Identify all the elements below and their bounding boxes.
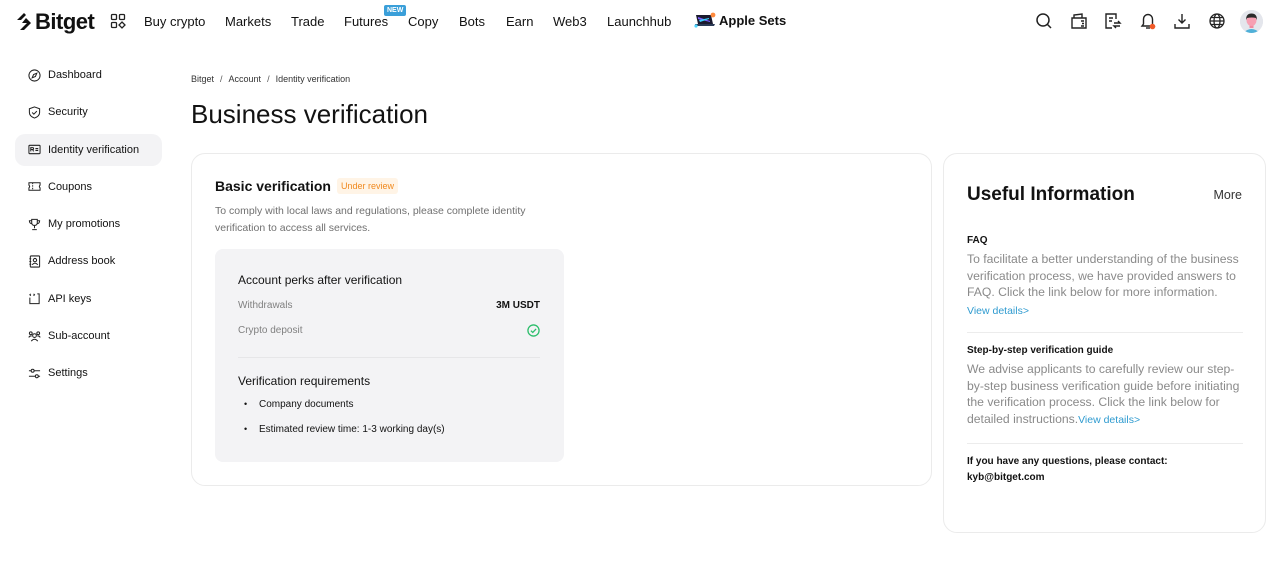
bitget-logo-icon bbox=[17, 13, 31, 30]
nav-markets[interactable]: Markets bbox=[225, 14, 271, 29]
wallet-icon[interactable] bbox=[1070, 12, 1088, 30]
apple-sets-promo[interactable]: Apple Sets bbox=[694, 12, 786, 28]
avatar[interactable] bbox=[1240, 10, 1263, 33]
breadcrumb-account[interactable]: Account bbox=[229, 74, 262, 84]
requirement-text: Company documents bbox=[259, 399, 354, 410]
requirements-list: • Company documents • Estimated review tim… bbox=[244, 399, 445, 448]
perk-value: 3M USDT bbox=[496, 300, 540, 311]
sidebar-item-api-keys[interactable]: API keys bbox=[15, 283, 162, 315]
sidebar-item-label: Address book bbox=[48, 255, 116, 268]
nav-web3[interactable]: Web3 bbox=[553, 14, 587, 29]
sidebar-item-sub-account[interactable]: Sub-account bbox=[15, 320, 162, 352]
section-divider bbox=[967, 332, 1243, 333]
apple-sets-label: Apple Sets bbox=[719, 12, 787, 28]
logo-text: Bitget bbox=[35, 9, 95, 34]
requirement-text: Estimated review time: 1-3 working day(s… bbox=[259, 423, 445, 435]
address-book-icon bbox=[29, 255, 41, 268]
download-icon[interactable] bbox=[1173, 12, 1191, 30]
guide-body-wrapper: We advise applicants to carefully review… bbox=[967, 361, 1243, 428]
perks-divider bbox=[238, 357, 540, 358]
faq-body: To facilitate a better understanding of … bbox=[967, 252, 1239, 299]
breadcrumb: Bitget / Account / Identity verification bbox=[191, 74, 350, 84]
breadcrumb-separator: / bbox=[267, 74, 270, 84]
orders-icon[interactable] bbox=[1104, 12, 1122, 30]
nav-bots[interactable]: Bots bbox=[459, 14, 485, 29]
guide-section: Step-by-step verification guide We advis… bbox=[967, 345, 1243, 428]
faq-view-details-link[interactable]: View details> bbox=[967, 305, 1029, 317]
sidebar-item-identity-verification[interactable]: Identity verification bbox=[15, 133, 162, 166]
bitget-logo[interactable]: Bitget bbox=[15, 9, 95, 35]
perk-label: Crypto deposit bbox=[238, 325, 303, 336]
ticket-icon bbox=[28, 182, 41, 192]
breadcrumb-bitget[interactable]: Bitget bbox=[191, 74, 214, 84]
sidebar-item-label: Dashboard bbox=[48, 69, 102, 81]
basic-verification-description: To comply with local laws and regulation… bbox=[215, 205, 526, 234]
sidebar-item-dashboard[interactable]: Dashboard bbox=[15, 59, 162, 91]
account-perks-title: Account perks after verification bbox=[238, 273, 403, 287]
trophy-icon bbox=[28, 218, 41, 230]
faq-heading: FAQ bbox=[967, 235, 988, 246]
sidebar-item-label: Security bbox=[48, 106, 88, 119]
sidebar-item-label: Sub-account bbox=[48, 330, 110, 343]
sidebar-item-coupons[interactable]: Coupons bbox=[15, 171, 162, 203]
nav-copy[interactable]: Copy bbox=[408, 14, 438, 29]
useful-information-title: Useful Information bbox=[967, 184, 1135, 205]
perk-row-withdrawals: Withdrawals 3M USDT bbox=[238, 300, 540, 311]
basic-verification-card: Basic verification Under review To compl… bbox=[191, 153, 932, 486]
globe-icon[interactable] bbox=[1208, 12, 1226, 30]
basic-verification-title: Basic verification bbox=[215, 178, 331, 194]
nav-launchhub[interactable]: Launchhub bbox=[607, 14, 671, 29]
sidebar-item-settings[interactable]: Settings bbox=[15, 357, 162, 389]
list-item: • Company documents bbox=[244, 399, 445, 424]
guide-heading: Step-by-step verification guide bbox=[967, 345, 1114, 356]
nav-earn[interactable]: Earn bbox=[506, 14, 533, 29]
search-icon[interactable] bbox=[1035, 12, 1053, 30]
sliders-icon bbox=[28, 368, 41, 379]
status-badge: Under review bbox=[336, 178, 398, 194]
list-item: • Estimated review time: 1-3 working day(… bbox=[244, 424, 445, 449]
sidebar-item-label: Settings bbox=[48, 367, 88, 380]
apps-grid-icon[interactable] bbox=[110, 13, 126, 29]
contact-email[interactable]: kyb@bitget.com bbox=[967, 470, 1243, 486]
sidebar-item-address-book[interactable]: Address book bbox=[15, 245, 162, 277]
perk-label: Withdrawals bbox=[238, 300, 293, 311]
perk-row-crypto-deposit: Crypto deposit bbox=[238, 324, 540, 337]
sidebar-item-label: Identity verification bbox=[48, 143, 140, 156]
shield-icon bbox=[28, 106, 41, 119]
verification-requirements-title: Verification requirements bbox=[238, 374, 371, 388]
laptop-promo-icon bbox=[694, 12, 716, 28]
users-icon bbox=[28, 330, 41, 342]
nav-buy-crypto[interactable]: Buy crypto bbox=[144, 14, 205, 29]
contact-info: If you have any questions, please contac… bbox=[967, 454, 1243, 486]
faq-section: FAQ To facilitate a better understanding… bbox=[967, 235, 1243, 319]
nav-futures[interactable]: Futures bbox=[344, 14, 388, 29]
bell-icon[interactable] bbox=[1139, 12, 1157, 30]
sidebar-item-security[interactable]: Security bbox=[15, 96, 162, 128]
useful-information-card: Useful Information More FAQ To facilitat… bbox=[943, 153, 1266, 533]
breadcrumb-identity-verification: Identity verification bbox=[275, 74, 351, 84]
breadcrumb-separator: / bbox=[220, 74, 223, 84]
sidebar-item-label: My promotions bbox=[48, 218, 121, 231]
account-sidebar: Dashboard Security Identity verification… bbox=[15, 59, 162, 395]
account-perks-panel: Account perks after verification Withdra… bbox=[215, 249, 564, 462]
user-avatar-icon bbox=[1240, 10, 1263, 33]
bullet: • bbox=[244, 399, 248, 409]
check-circle-icon bbox=[527, 324, 540, 337]
more-link[interactable]: More bbox=[1214, 188, 1242, 202]
api-key-icon bbox=[29, 293, 40, 305]
nav-trade[interactable]: Trade bbox=[291, 14, 324, 29]
page-title: Business verification bbox=[191, 99, 428, 129]
compass-icon bbox=[28, 68, 41, 82]
bullet: • bbox=[244, 423, 248, 434]
basic-verification-heading: Basic verification Under review bbox=[215, 178, 398, 194]
top-navigation-bar: Bitget Buy crypto Markets Trade Futures … bbox=[0, 0, 1280, 44]
contact-text: If you have any questions, please contac… bbox=[967, 456, 1168, 467]
sidebar-item-label: Coupons bbox=[48, 180, 93, 193]
sidebar-item-label: API keys bbox=[48, 292, 92, 305]
sidebar-item-my-promotions[interactable]: My promotions bbox=[15, 208, 162, 240]
new-badge: NEW bbox=[384, 5, 407, 16]
section-divider bbox=[967, 443, 1243, 444]
id-card-icon bbox=[28, 144, 41, 155]
guide-view-details-link[interactable]: View details> bbox=[1078, 414, 1140, 426]
